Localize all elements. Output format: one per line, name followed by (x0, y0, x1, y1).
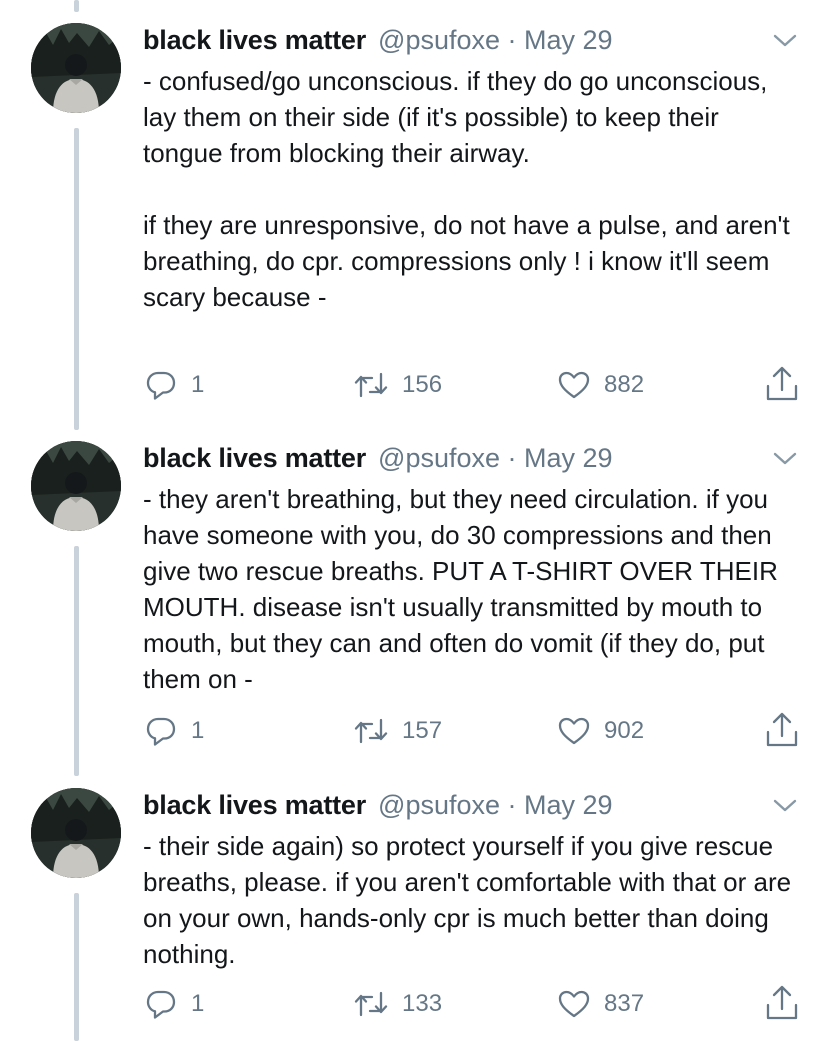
author-name[interactable]: black lives matter (143, 439, 366, 477)
retweet-button[interactable]: 157 (354, 711, 442, 751)
tweet-text: - confused/go unconscious. if they do go… (143, 66, 790, 312)
author-name[interactable]: black lives matter (143, 786, 366, 824)
reply-icon (145, 369, 177, 401)
reply-count: 1 (191, 990, 205, 1017)
tweet[interactable]: black lives matter @psufoxe · May 29 - t… (0, 439, 828, 769)
like-count: 902 (604, 717, 645, 744)
reply-button[interactable]: 1 (145, 365, 204, 405)
tweet-text: - they aren't breathing, but they need c… (143, 484, 778, 694)
retweet-button[interactable]: 156 (354, 365, 442, 405)
author-name[interactable]: black lives matter (143, 21, 366, 59)
handle-and-date[interactable]: @psufoxe · May 29 (378, 21, 613, 59)
chevron-down-icon[interactable] (772, 33, 798, 49)
like-count: 882 (604, 371, 645, 398)
reply-count: 1 (191, 371, 205, 398)
avatar[interactable] (31, 788, 121, 878)
tweet-header: black lives matter @psufoxe · May 29 (143, 786, 613, 824)
like-button[interactable]: 902 (558, 711, 644, 751)
retweet-icon (354, 989, 388, 1019)
tweet-header: black lives matter @psufoxe · May 29 (143, 21, 613, 59)
tweet-header: black lives matter @psufoxe · May 29 (143, 439, 613, 477)
retweet-count: 133 (402, 990, 443, 1017)
heart-icon (558, 989, 590, 1019)
retweet-button[interactable]: 133 (354, 984, 442, 1024)
retweet-count: 156 (402, 371, 443, 398)
handle-and-date[interactable]: @psufoxe · May 29 (378, 786, 613, 824)
tweet[interactable]: black lives matter @psufoxe · May 29 - c… (0, 21, 828, 421)
retweet-icon (354, 716, 388, 746)
reply-count: 1 (191, 717, 205, 744)
heart-icon (558, 370, 590, 400)
tweet-text: - their side again) so protect yourself … (143, 831, 792, 969)
chevron-down-icon[interactable] (772, 798, 798, 814)
retweet-icon (354, 370, 388, 400)
like-button[interactable]: 882 (558, 365, 644, 405)
reply-button[interactable]: 1 (145, 711, 204, 751)
chevron-down-icon[interactable] (772, 451, 798, 467)
share-icon[interactable] (764, 364, 800, 404)
handle-and-date[interactable]: @psufoxe · May 29 (378, 439, 613, 477)
retweet-count: 157 (402, 717, 443, 744)
reply-icon (145, 988, 177, 1020)
avatar[interactable] (31, 23, 121, 113)
thread-line-top (74, 0, 79, 12)
reply-button[interactable]: 1 (145, 984, 204, 1024)
like-count: 837 (604, 990, 645, 1017)
like-button[interactable]: 837 (558, 984, 644, 1024)
share-icon[interactable] (764, 710, 800, 750)
reply-icon (145, 715, 177, 747)
share-icon[interactable] (764, 983, 800, 1023)
avatar[interactable] (31, 441, 121, 531)
tweet[interactable]: black lives matter @psufoxe · May 29 - t… (0, 786, 828, 1041)
heart-icon (558, 716, 590, 746)
